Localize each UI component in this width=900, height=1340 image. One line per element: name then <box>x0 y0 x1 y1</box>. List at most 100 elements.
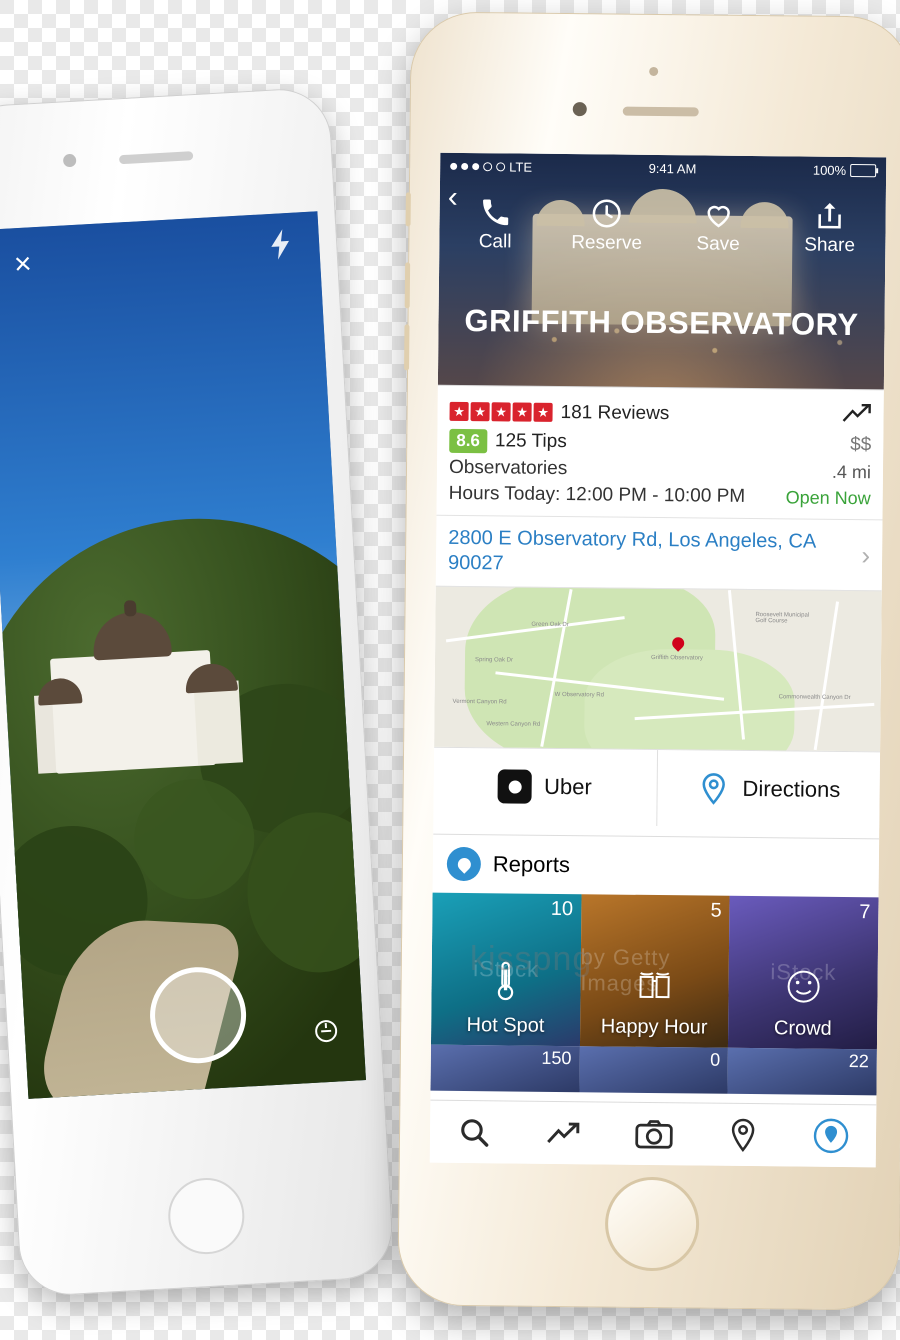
carrier-label: LTE <box>509 158 533 175</box>
left-phone-device: × <box>0 86 395 1298</box>
report-tiles: iStock 10 Hot Spot by Getty Images 5 Hap… <box>430 892 879 1050</box>
reports-header: Reports <box>433 835 880 898</box>
flip-camera-icon[interactable] <box>310 1017 342 1049</box>
signal-dot <box>461 162 469 170</box>
report-tiles-row2: 150 0 22 <box>430 1044 877 1096</box>
road-line <box>813 601 840 751</box>
report-tile-secondary[interactable]: 22 <box>727 1047 877 1096</box>
signal-dot <box>450 162 458 170</box>
battery-percent-label: 100% <box>812 162 847 178</box>
hours-row: Hours Today: 12:00 PM - 10:00 PM Open No… <box>449 483 871 509</box>
map-label: W Observatory Rd <box>554 691 605 699</box>
star-rating: ★ ★ ★ ★ ★ <box>449 401 553 422</box>
report-tile-hot-spot[interactable]: iStock 10 Hot Spot <box>430 892 582 1047</box>
reserve-button[interactable]: Reserve <box>564 196 651 255</box>
tab-reports[interactable] <box>812 1118 848 1154</box>
battery-icon <box>850 163 877 177</box>
clock-icon <box>592 199 621 228</box>
venue-info-card: ★ ★ ★ ★ ★ 181 Reviews 8.6 125 Tips $$ Ob… <box>433 384 884 829</box>
venue-address[interactable]: 2800 E Observatory Rd, Los Angeles, CA 9… <box>448 526 819 580</box>
star-icon: ★ <box>533 402 553 422</box>
camera-viewfinder-screen[interactable]: × <box>0 211 366 1099</box>
signal-dot <box>472 162 480 170</box>
trending-icon <box>547 1122 580 1143</box>
uber-label: Uber <box>543 773 592 800</box>
status-right: 100% <box>812 162 877 178</box>
venue-action-bar: Call Reserve Save Share <box>439 195 886 258</box>
directions-label: Directions <box>742 775 841 802</box>
proximity-sensor <box>649 66 659 77</box>
search-icon <box>461 1119 489 1147</box>
flash-icon[interactable] <box>268 229 292 267</box>
map-label: Spring Oak Dr <box>474 657 514 664</box>
tips-row: 8.6 125 Tips $$ <box>449 428 872 457</box>
reserve-label: Reserve <box>571 232 643 254</box>
front-camera-icon <box>572 102 587 117</box>
ride-actions-row: Uber Directions <box>433 746 881 829</box>
reports-section: Reports iStock 10 Hot Spot by Getty Imag… <box>430 833 880 1096</box>
right-phone-device: LTE 9:41 AM 100% ‹ Call Reserve Save Sha… <box>397 11 900 1311</box>
tab-search[interactable] <box>457 1115 491 1149</box>
central-dome <box>91 610 172 661</box>
volume-up-button[interactable] <box>404 262 411 309</box>
reports-title: Reports <box>492 851 571 878</box>
close-icon[interactable]: × <box>7 247 39 281</box>
mute-switch[interactable] <box>405 192 411 227</box>
venue-distance: .4 mi <box>831 461 872 482</box>
reviews-count: 181 Reviews <box>560 401 670 424</box>
directions-button[interactable]: Directions <box>657 750 880 828</box>
uber-button[interactable]: Uber <box>433 748 656 826</box>
call-button[interactable]: Call <box>452 195 539 254</box>
home-button[interactable] <box>604 1176 700 1272</box>
price-level: $$ <box>850 434 872 456</box>
earpiece-speaker <box>622 106 699 117</box>
heart-icon <box>707 205 730 228</box>
star-icon: ★ <box>470 402 490 422</box>
earpiece-speaker <box>118 151 194 165</box>
app-screen[interactable]: LTE 9:41 AM 100% ‹ Call Reserve Save Sha… <box>429 152 887 1168</box>
venue-map[interactable]: Green Oak Dr Spring Oak Dr Griffith Obse… <box>434 585 882 752</box>
venue-hours: Hours Today: 12:00 PM - 10:00 PM <box>448 482 746 507</box>
signal-dot <box>496 161 506 171</box>
home-button[interactable] <box>166 1176 247 1257</box>
bottom-tab-bar <box>429 1099 877 1168</box>
report-tile-secondary[interactable]: 150 <box>430 1044 580 1093</box>
report-count: 22 <box>848 1051 869 1072</box>
venue-hero-header: LTE 9:41 AM 100% ‹ Call Reserve Save Sha… <box>437 152 887 390</box>
building-main <box>49 649 217 774</box>
star-icon: ★ <box>449 401 469 422</box>
report-tile-happy-hour[interactable]: by Getty Images 5 Happy Hour <box>579 894 730 1048</box>
report-count: 7 <box>859 901 871 924</box>
report-count: 0 <box>710 1049 721 1070</box>
save-button[interactable]: Save <box>675 197 762 256</box>
uber-logo-icon <box>497 769 533 804</box>
report-tile-crowd[interactable]: iStock 7 Crowd <box>728 895 879 1050</box>
status-left: LTE <box>450 158 532 174</box>
tips-count: 125 Tips <box>494 430 567 453</box>
report-tile-secondary[interactable]: 0 <box>579 1046 729 1094</box>
score-badge: 8.6 <box>449 428 488 454</box>
foursquare-pin-icon <box>446 846 482 882</box>
address-row[interactable]: 2800 E Observatory Rd, Los Angeles, CA 9… <box>435 514 883 591</box>
pin-filled-icon <box>813 1118 848 1154</box>
map-label: Roosevelt Municipal Golf Course <box>755 612 810 625</box>
share-button[interactable]: Share <box>786 198 873 257</box>
camera-icon <box>635 1120 673 1149</box>
tab-trending[interactable] <box>546 1120 580 1146</box>
chevron-right-icon[interactable]: › <box>861 540 870 571</box>
volume-down-button[interactable] <box>404 324 410 371</box>
category-row: Observatories .4 mi <box>449 457 871 483</box>
map-label: Western Canyon Rd <box>486 721 541 728</box>
phone-icon <box>482 199 508 226</box>
tab-places[interactable] <box>728 1118 758 1152</box>
map-label: Commonwealth Canyon Dr <box>778 694 851 702</box>
page-title: GRIFFITH OBSERVATORY <box>464 302 859 343</box>
star-icon: ★ <box>491 402 511 422</box>
venue-stats: ★ ★ ★ ★ ★ 181 Reviews 8.6 125 Tips $$ Ob… <box>437 386 884 520</box>
tab-camera[interactable] <box>635 1119 673 1149</box>
save-label: Save <box>696 233 740 255</box>
map-label: Green Oak Dr <box>531 621 569 629</box>
open-status-badge: Open Now <box>785 486 871 508</box>
report-count: 5 <box>710 899 722 922</box>
observatory-building <box>29 589 244 775</box>
